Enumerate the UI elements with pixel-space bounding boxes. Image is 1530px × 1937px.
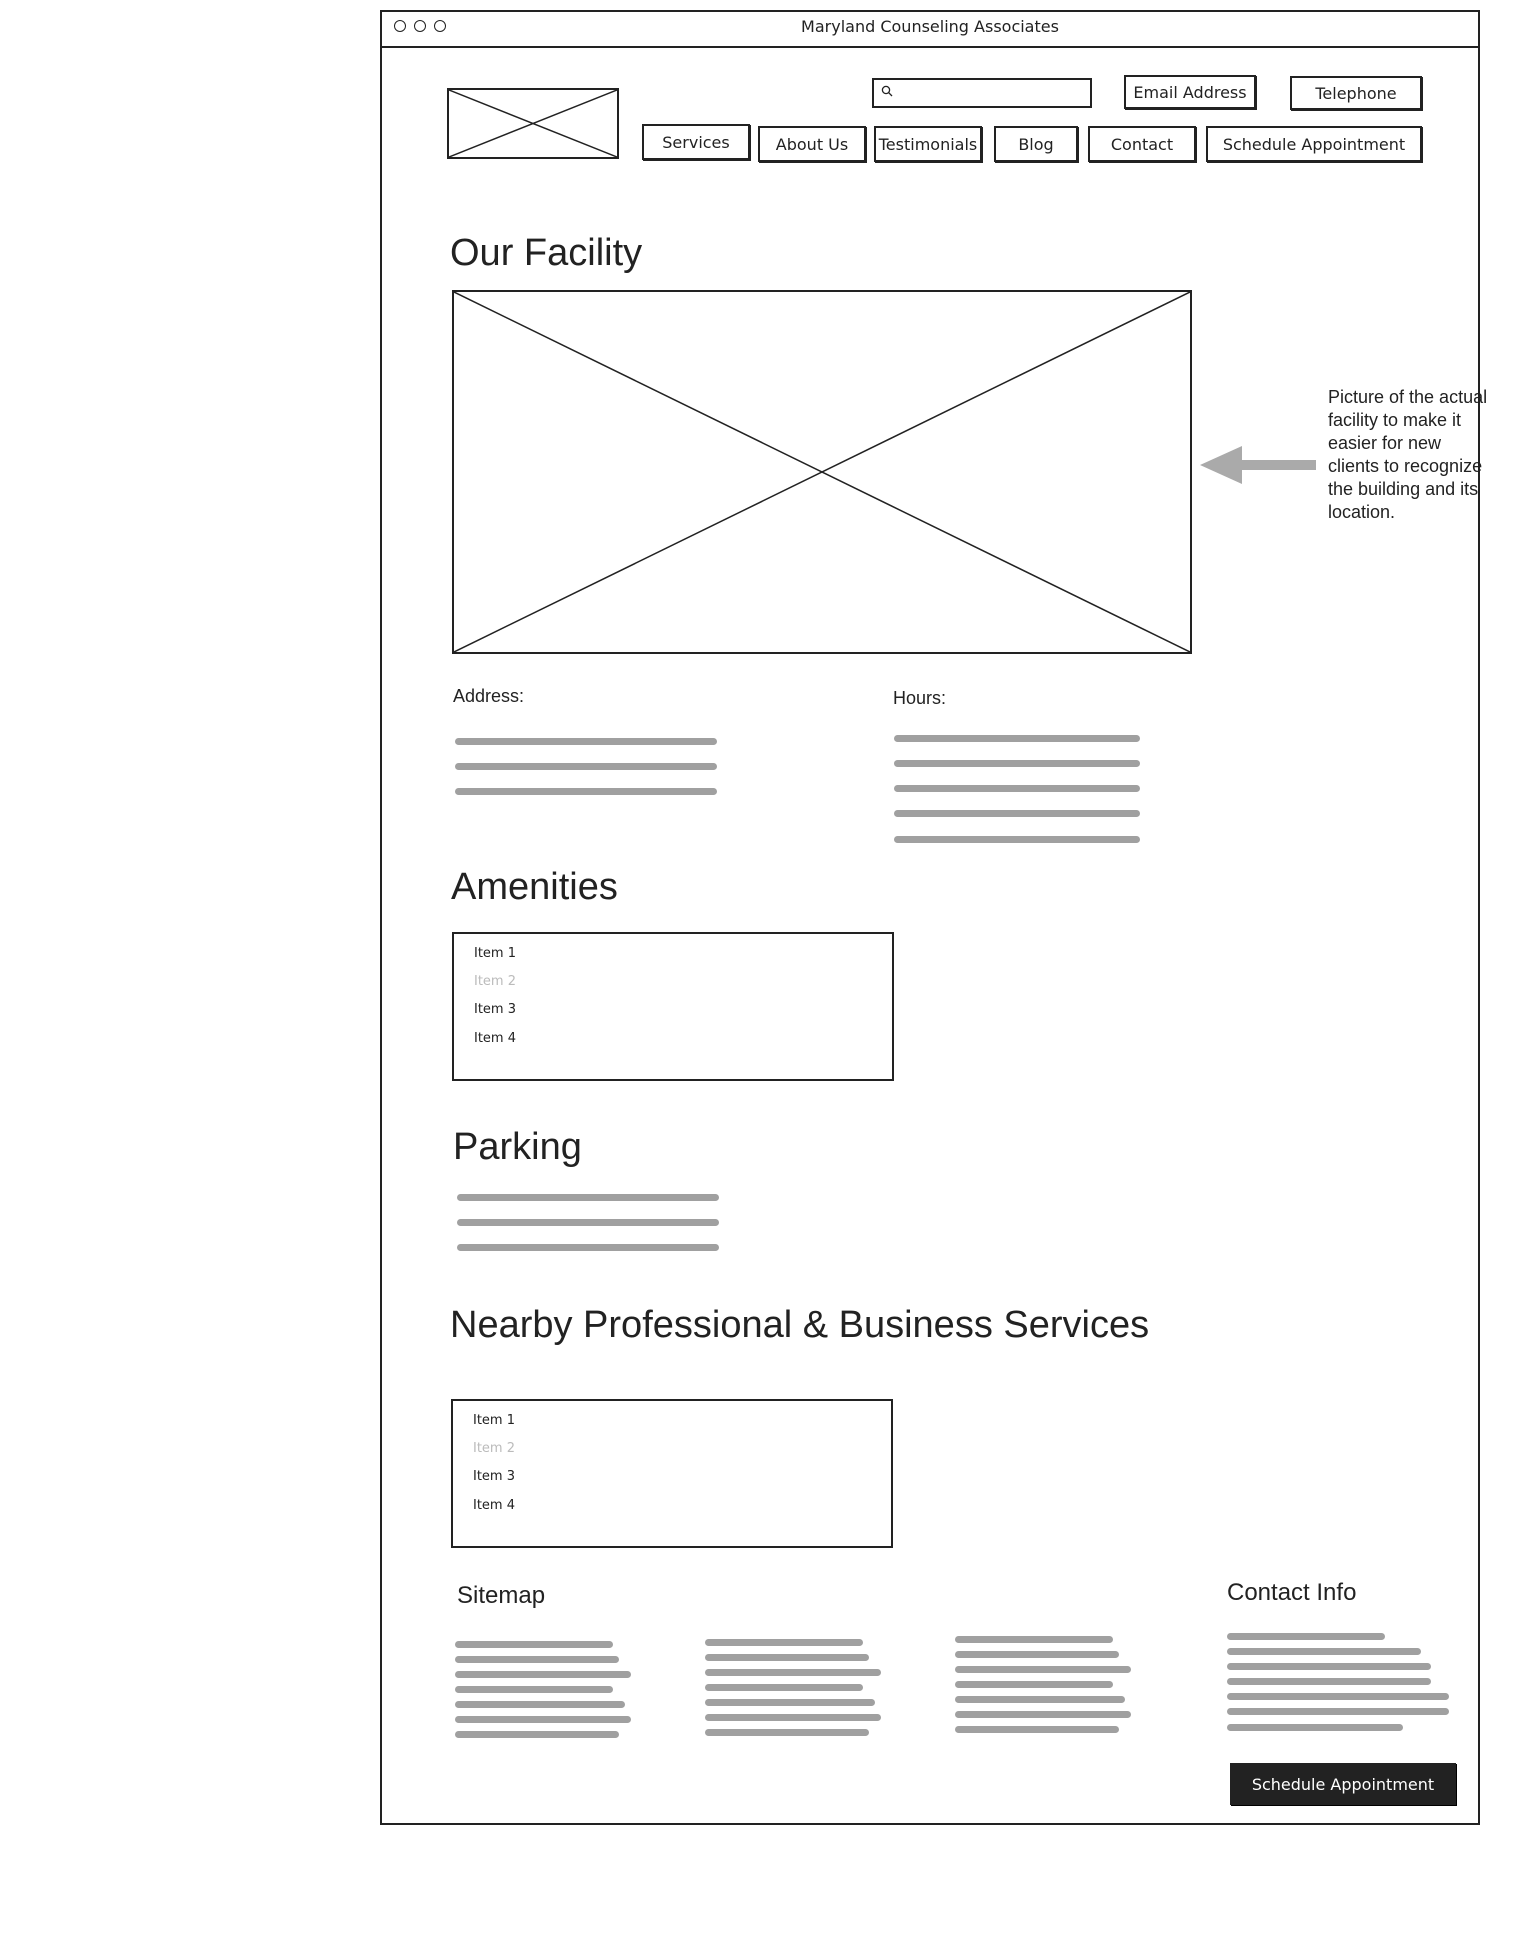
hours-text-line [894, 760, 1140, 767]
search-icon [881, 85, 893, 97]
address-text-line [455, 788, 717, 795]
sitemap-link-line[interactable] [455, 1686, 613, 1693]
list-item[interactable]: Item 3 [473, 1469, 515, 1484]
list-item[interactable]: Item 3 [474, 1002, 516, 1017]
amenities-list[interactable]: Item 1 Item 2 Item 3 Item 4 [452, 932, 894, 1081]
contact-info-line [1227, 1678, 1431, 1685]
nav-schedule-appointment-button[interactable]: Schedule Appointment [1206, 126, 1422, 162]
sitemap-link-line[interactable] [705, 1669, 881, 1676]
contact-info-line [1227, 1708, 1449, 1715]
facility-annotation-note: Picture of the actual facility to make i… [1328, 387, 1488, 522]
sitemap-link-line[interactable] [455, 1671, 631, 1678]
list-item[interactable]: Item 4 [474, 1031, 516, 1046]
contact-info-line [1227, 1633, 1385, 1640]
email-address-button[interactable]: Email Address [1124, 75, 1256, 109]
sitemap-link-line[interactable] [955, 1651, 1119, 1658]
list-item[interactable]: Item 1 [474, 946, 516, 961]
browser-window [380, 10, 1480, 1825]
sitemap-link-line[interactable] [955, 1726, 1119, 1733]
sitemap-link-line[interactable] [705, 1699, 875, 1706]
sitemap-link-line[interactable] [705, 1714, 881, 1721]
sitemap-link-line[interactable] [705, 1684, 863, 1691]
hours-text-line [894, 836, 1140, 843]
contact-info-heading: Contact Info [1227, 1579, 1357, 1606]
parking-text-line [457, 1244, 719, 1251]
contact-info-line [1227, 1693, 1449, 1700]
hours-text-line [894, 810, 1140, 817]
sitemap-link-line[interactable] [955, 1681, 1113, 1688]
sitemap-link-line[interactable] [705, 1639, 863, 1646]
sitemap-link-line[interactable] [955, 1696, 1125, 1703]
nearby-services-heading: Nearby Professional & Business Services [450, 1304, 1150, 1346]
list-item[interactable]: Item 4 [473, 1498, 515, 1513]
contact-info-line [1227, 1648, 1421, 1655]
sitemap-link-line[interactable] [455, 1641, 613, 1648]
hours-text-line [894, 735, 1140, 742]
footer-schedule-appointment-button[interactable]: Schedule Appointment [1230, 1763, 1456, 1805]
sitemap-link-line[interactable] [455, 1701, 625, 1708]
search-box[interactable] [872, 78, 1092, 108]
nearby-services-list[interactable]: Item 1 Item 2 Item 3 Item 4 [451, 1399, 893, 1548]
image-placeholder-icon [449, 90, 617, 157]
annotation-arrow-icon [1200, 446, 1316, 484]
address-text-line [455, 738, 717, 745]
facility-image-placeholder [452, 290, 1192, 654]
hours-text-line [894, 785, 1140, 792]
telephone-button[interactable]: Telephone [1290, 76, 1422, 110]
nav-contact-button[interactable]: Contact [1088, 126, 1196, 162]
list-item[interactable]: Item 2 [473, 1441, 515, 1456]
address-label: Address: [453, 686, 525, 706]
sitemap-link-line[interactable] [955, 1636, 1113, 1643]
amenities-heading: Amenities [451, 866, 618, 908]
image-placeholder-icon [454, 292, 1190, 652]
nav-services-button[interactable]: Services [642, 124, 750, 160]
list-item[interactable]: Item 1 [473, 1413, 515, 1428]
search-input[interactable] [898, 82, 1092, 106]
nav-testimonials-button[interactable]: Testimonials [874, 126, 982, 162]
sitemap-link-line[interactable] [455, 1716, 631, 1723]
address-text-line [455, 763, 717, 770]
sitemap-link-line[interactable] [705, 1654, 869, 1661]
sitemap-link-line[interactable] [705, 1729, 869, 1736]
nav-about-us-button[interactable]: About Us [758, 126, 866, 162]
sitemap-link-line[interactable] [955, 1666, 1131, 1673]
sitemap-link-line[interactable] [455, 1731, 619, 1738]
parking-text-line [457, 1194, 719, 1201]
nav-blog-button[interactable]: Blog [994, 126, 1078, 162]
parking-heading: Parking [453, 1126, 582, 1168]
window-title: Maryland Counseling Associates [801, 17, 1059, 36]
sitemap-link-line[interactable] [955, 1711, 1131, 1718]
list-item[interactable]: Item 2 [474, 974, 516, 989]
sitemap-link-line[interactable] [455, 1656, 619, 1663]
sitemap-heading: Sitemap [457, 1582, 546, 1609]
facility-heading: Our Facility [450, 232, 643, 274]
hours-label: Hours: [893, 688, 947, 708]
parking-text-line [457, 1219, 719, 1226]
contact-info-line [1227, 1724, 1403, 1731]
logo-image-placeholder [447, 88, 619, 159]
contact-info-line [1227, 1663, 1431, 1670]
